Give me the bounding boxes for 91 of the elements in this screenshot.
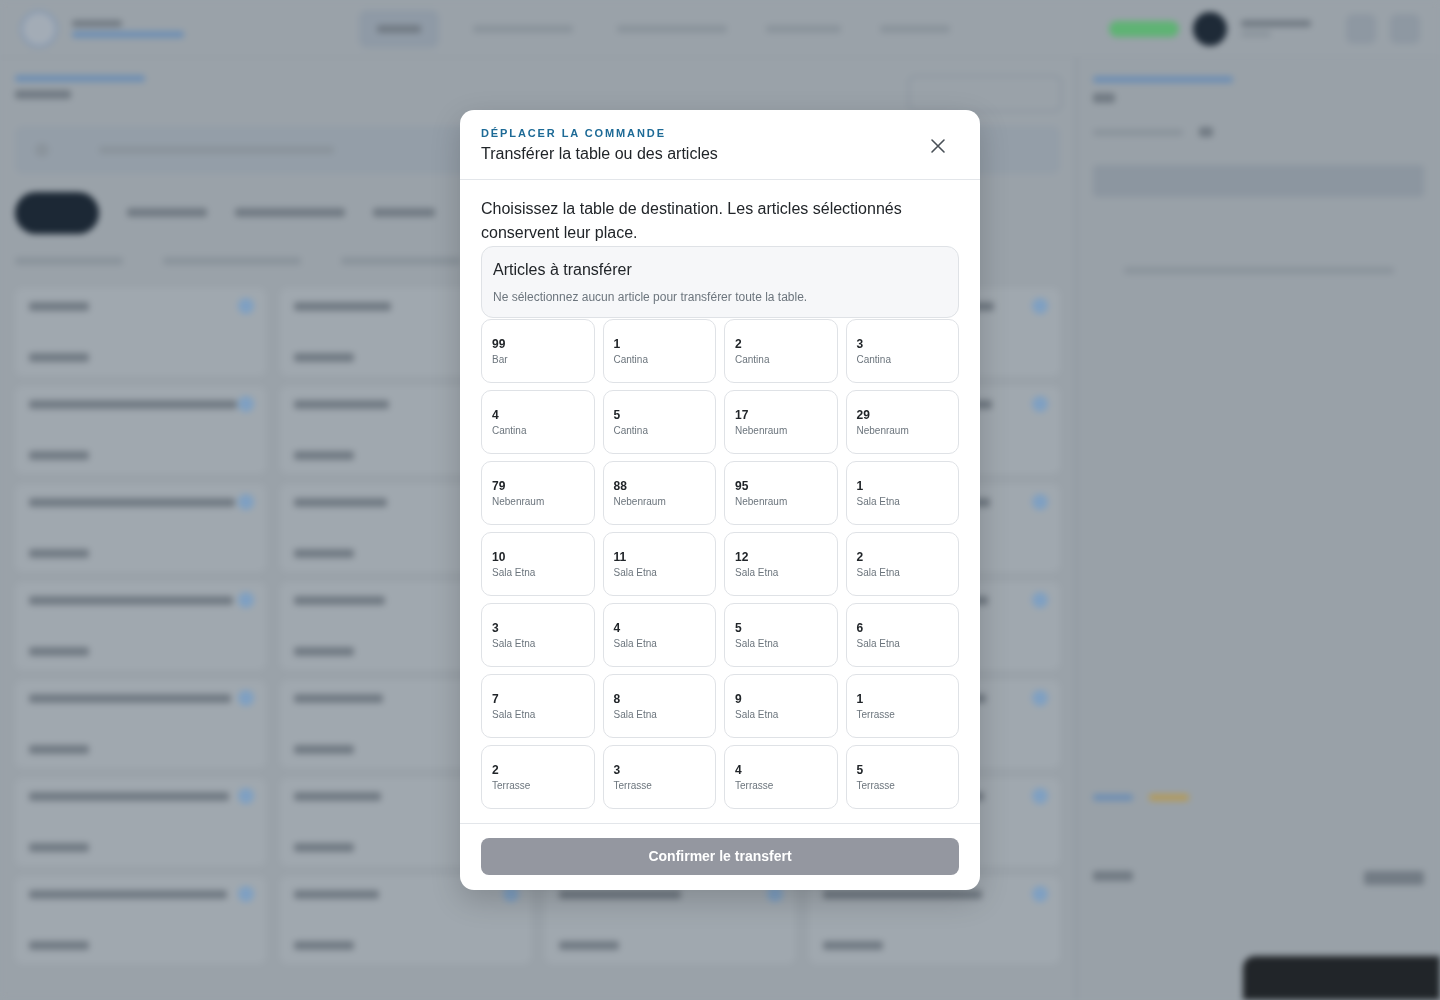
table-area: Sala Etna	[856, 566, 900, 580]
close-icon	[930, 138, 946, 154]
table-number: 99	[492, 336, 506, 352]
table-option[interactable]: 4 Sala Etna	[602, 603, 716, 667]
table-number: 29	[856, 407, 870, 423]
table-number: 12	[735, 549, 749, 565]
table-option[interactable]: 3 Cantina	[845, 319, 959, 383]
instructions-text: Choisissez la table de destination. Les articles sélectionnés conservent leur place.	[481, 199, 903, 243]
table-option[interactable]: 1 Terrasse	[845, 674, 959, 738]
table-area: Sala Etna	[613, 708, 657, 722]
table-area: Terrasse	[613, 779, 652, 793]
table-number: 3	[856, 336, 864, 352]
dialog-eyebrow: DÉPLACER LA COMMANDE	[481, 126, 667, 140]
table-number: 17	[735, 407, 749, 423]
table-area: Cantina	[856, 353, 891, 367]
table-area: Terrasse	[735, 779, 774, 793]
table-number: 3	[613, 762, 621, 778]
table-option[interactable]: 8 Sala Etna	[602, 674, 716, 738]
dialog-title: Transférer la table ou des articles	[481, 144, 718, 164]
table-option[interactable]: 4 Terrasse	[724, 745, 838, 809]
table-area: Sala Etna	[856, 637, 900, 651]
table-option[interactable]: 5 Cantina	[602, 390, 716, 454]
table-option[interactable]: 11 Sala Etna	[602, 532, 716, 596]
items-panel-title: Articles à transférer	[493, 260, 633, 280]
table-number: 4	[492, 407, 499, 423]
table-number: 4	[735, 762, 742, 778]
table-area: Sala Etna	[492, 708, 536, 722]
table-option[interactable]: 1 Cantina	[602, 319, 716, 383]
table-area: Sala Etna	[735, 637, 779, 651]
table-number: 8	[613, 691, 621, 707]
table-number: 79	[492, 478, 506, 494]
table-option[interactable]: 2 Sala Etna	[845, 532, 959, 596]
table-area: Cantina	[735, 353, 770, 367]
table-number: 10	[492, 549, 506, 565]
table-area: Nebenraum	[735, 495, 788, 509]
table-option[interactable]: 7 Sala Etna	[481, 674, 595, 738]
table-number: 1	[613, 336, 621, 352]
table-number: 4	[613, 620, 621, 636]
table-area: Nebenraum	[613, 495, 666, 509]
table-area: Sala Etna	[735, 566, 779, 580]
table-option[interactable]: 3 Sala Etna	[481, 603, 595, 667]
table-area: Sala Etna	[613, 566, 657, 580]
table-option[interactable]: 29 Nebenraum	[845, 390, 959, 454]
table-number: 5	[735, 620, 742, 636]
table-number: 1	[856, 691, 864, 707]
table-option[interactable]: 79 Nebenraum	[481, 461, 595, 525]
table-option[interactable]: 2 Terrasse	[481, 745, 595, 809]
close-button[interactable]	[930, 138, 946, 154]
table-option[interactable]: 1 Sala Etna	[845, 461, 959, 525]
table-area: Cantina	[613, 353, 648, 367]
table-option[interactable]: 3 Terrasse	[602, 745, 716, 809]
table-option[interactable]: 10 Sala Etna	[481, 532, 595, 596]
table-option[interactable]: 6 Sala Etna	[845, 603, 959, 667]
table-area: Terrasse	[492, 779, 531, 793]
table-option[interactable]: 88 Nebenraum	[602, 461, 716, 525]
table-area: Cantina	[613, 424, 648, 438]
table-area: Cantina	[492, 424, 527, 438]
table-option[interactable]: 12 Sala Etna	[724, 532, 838, 596]
table-option[interactable]: 9 Sala Etna	[724, 674, 838, 738]
table-number: 2	[735, 336, 742, 352]
table-option[interactable]: 2 Cantina	[724, 319, 838, 383]
table-area: Sala Etna	[856, 495, 900, 509]
table-area: Nebenraum	[735, 424, 788, 438]
table-number: 2	[856, 549, 864, 565]
table-number: 9	[735, 691, 742, 707]
table-option[interactable]: 5 Sala Etna	[724, 603, 838, 667]
table-option[interactable]: 4 Cantina	[481, 390, 595, 454]
table-area: Terrasse	[856, 708, 895, 722]
table-number: 3	[492, 620, 499, 636]
table-number: 95	[735, 478, 749, 494]
table-option[interactable]: 99 Bar	[481, 319, 595, 383]
table-area: Nebenraum	[856, 424, 909, 438]
table-number: 11	[613, 549, 627, 565]
table-number: 1	[856, 478, 864, 494]
table-number: 7	[492, 691, 499, 707]
table-number: 88	[613, 478, 627, 494]
table-number: 2	[492, 762, 499, 778]
table-area: Terrasse	[856, 779, 895, 793]
table-area: Nebenraum	[492, 495, 545, 509]
table-area: Sala Etna	[492, 566, 536, 580]
table-option[interactable]: 17 Nebenraum	[724, 390, 838, 454]
table-option[interactable]: 5 Terrasse	[845, 745, 959, 809]
table-area: Bar	[492, 353, 508, 367]
table-number: 6	[856, 620, 864, 636]
table-area: Sala Etna	[735, 708, 779, 722]
table-number: 5	[613, 407, 621, 423]
table-option[interactable]: 95 Nebenraum	[724, 461, 838, 525]
table-area: Sala Etna	[613, 637, 657, 651]
table-number: 5	[856, 762, 864, 778]
table-area: Sala Etna	[492, 637, 536, 651]
items-panel-hint: Ne sélectionnez aucun article pour transférer toute la table.	[493, 289, 809, 305]
